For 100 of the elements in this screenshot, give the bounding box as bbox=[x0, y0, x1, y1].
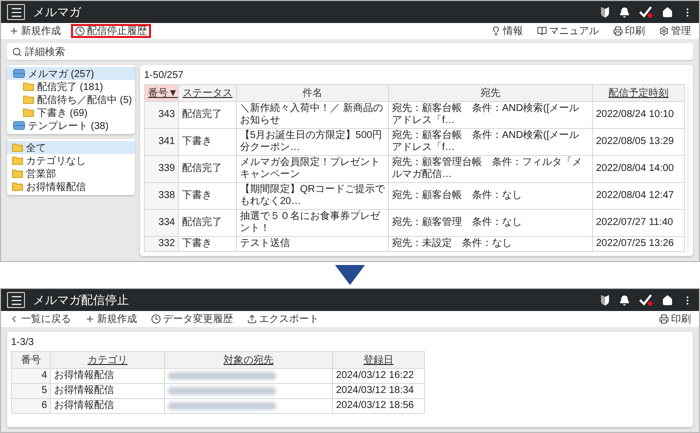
folder-icon bbox=[23, 108, 34, 117]
print-icon bbox=[613, 26, 623, 36]
column-header[interactable]: ステータス bbox=[178, 84, 236, 102]
column-header[interactable]: 宛先 bbox=[388, 84, 592, 102]
category-item[interactable]: 営業部 bbox=[7, 167, 135, 180]
table-cell: お得情報配信 bbox=[50, 384, 164, 398]
table-cell: 2022/07/27 11:40 bbox=[592, 210, 684, 236]
toolbar-button[interactable]: マニュアル bbox=[533, 24, 603, 38]
table-cell: 宛先：顧客台帳 条件：なし bbox=[388, 182, 592, 210]
bell-icon[interactable] bbox=[619, 294, 630, 306]
page-title: メルマガ配信停止 bbox=[33, 292, 129, 308]
home-icon[interactable] bbox=[662, 6, 673, 18]
plus-icon bbox=[9, 26, 19, 36]
table-cell: ＼新作続々入荷中！／ 新商品のお知らせ bbox=[236, 102, 388, 128]
folder-icon bbox=[12, 182, 23, 191]
column-header[interactable]: 配信予定時刻 bbox=[592, 84, 684, 102]
table-cell: 2022/08/04 12:47 bbox=[592, 182, 684, 210]
menu-button[interactable] bbox=[7, 4, 25, 20]
table-cell: 341 bbox=[144, 128, 178, 156]
table-cell: 5 bbox=[12, 384, 50, 398]
toolbar-button[interactable]: 情報 bbox=[487, 24, 527, 38]
tree-item[interactable]: テンプレート (38) bbox=[7, 119, 135, 132]
table-cell: 抽選で５０名にお食事券プレゼント！ bbox=[236, 210, 388, 236]
table-cell: 宛先：顧客管理台帳 条件：フィルタ「メルマガ配信… bbox=[388, 156, 592, 182]
tree-item[interactable]: 配信完了 (181) bbox=[7, 80, 135, 93]
table-cell: 配信完了 bbox=[178, 102, 236, 128]
folder-icon bbox=[23, 95, 34, 104]
table-cell: 配信完了 bbox=[178, 210, 236, 236]
book-icon bbox=[537, 26, 547, 36]
table-cell: 339 bbox=[144, 156, 178, 182]
folder-icon bbox=[12, 169, 23, 178]
tree-item[interactable]: 配信待ち／配信中 (5) bbox=[7, 93, 135, 106]
lightbulb-icon bbox=[491, 26, 501, 36]
table-cell: お得情報配信 bbox=[50, 398, 164, 414]
page-title: メルマガ bbox=[33, 4, 81, 20]
toolbar-button[interactable]: 新規作成 bbox=[81, 312, 141, 326]
table-cell: 2024/03/12 16:22 bbox=[332, 368, 424, 384]
table-cell: メルマガ会員限定！プレゼントキャンペーン bbox=[236, 156, 388, 182]
table-cell: 2024/03/12 18:56 bbox=[332, 398, 424, 414]
advanced-search-bar[interactable]: 詳細検索 bbox=[7, 43, 693, 60]
tree-item[interactable]: メルマガ (257) bbox=[7, 67, 135, 80]
table-cell: 【期間限定】QRコードご提示でもれなく20… bbox=[236, 182, 388, 210]
category-item[interactable]: お得情報配信 bbox=[7, 180, 135, 193]
shield-icon[interactable] bbox=[600, 6, 610, 18]
table-cell: 下書き bbox=[178, 182, 236, 210]
table-cell: 配信完了 bbox=[178, 156, 236, 182]
table-cell: 宛先：未設定 条件：なし bbox=[388, 236, 592, 252]
column-header[interactable]: カテゴリ bbox=[50, 352, 164, 368]
table-cell: 334 bbox=[144, 210, 178, 236]
column-header[interactable]: 対象の宛先 bbox=[164, 352, 332, 368]
home-icon[interactable] bbox=[662, 294, 673, 306]
result-count: 1-50/257 bbox=[144, 70, 184, 81]
column-header[interactable]: 番号▼ bbox=[144, 84, 178, 102]
table-cell: 338 bbox=[144, 182, 178, 210]
toolbar-button[interactable]: 一覧に戻る bbox=[5, 312, 75, 326]
table-cell: 343 bbox=[144, 102, 178, 128]
toolbar-button[interactable]: 配信停止履歴 bbox=[71, 24, 151, 38]
menu-button[interactable] bbox=[7, 292, 25, 308]
category-item[interactable]: 全て bbox=[7, 141, 135, 154]
table-cell: 2022/08/05 13:29 bbox=[592, 128, 684, 156]
check-with-dot-icon[interactable] bbox=[639, 6, 653, 18]
toolbar-button[interactable]: 新規作成 bbox=[5, 24, 65, 38]
clock-icon bbox=[75, 26, 85, 36]
table-cell: 332 bbox=[144, 236, 178, 252]
toolbar-button[interactable]: データ変更履歴 bbox=[147, 312, 237, 326]
column-header[interactable]: 件名 bbox=[236, 84, 388, 102]
upload-icon bbox=[247, 314, 257, 324]
plus-icon bbox=[85, 314, 95, 324]
table-cell: 下書き bbox=[178, 236, 236, 252]
folder-icon bbox=[12, 143, 23, 152]
table-cell: 宛先：顧客管理 条件：なし bbox=[388, 210, 592, 236]
table-cell: 【5月お誕生日の方限定】500円分クーポン… bbox=[236, 128, 388, 156]
result-count: 1-3/3 bbox=[11, 337, 35, 348]
folder-icon bbox=[12, 156, 23, 165]
clock-icon bbox=[151, 314, 161, 324]
table-cell: 宛先：顧客台帳 条件：AND検索([メールアドレス「f… bbox=[388, 128, 592, 156]
table-cell: 下書き bbox=[178, 128, 236, 156]
down-arrow-icon bbox=[335, 265, 365, 285]
tray-icon bbox=[13, 69, 25, 78]
tray-icon bbox=[13, 121, 25, 130]
toolbar-button[interactable]: 印刷 bbox=[609, 24, 649, 38]
tree-item[interactable]: 下書き (69) bbox=[7, 106, 135, 119]
table-cell: 4 bbox=[12, 368, 50, 384]
search-icon bbox=[12, 46, 22, 56]
check-with-dot-icon[interactable] bbox=[639, 294, 653, 306]
menu-icon bbox=[10, 294, 22, 306]
bell-icon[interactable] bbox=[619, 6, 630, 18]
category-item[interactable]: カテゴリなし bbox=[7, 154, 135, 167]
column-header[interactable]: 登録日 bbox=[332, 352, 424, 368]
table-cell: 2022/08/24 10:10 bbox=[592, 102, 684, 128]
shield-icon[interactable] bbox=[600, 294, 610, 306]
table-cell: 2024/03/12 18:34 bbox=[332, 384, 424, 398]
toolbar-button[interactable]: 管理 bbox=[655, 24, 695, 38]
column-header[interactable]: 番号 bbox=[12, 352, 50, 368]
toolbar-button[interactable]: エクスポート bbox=[243, 312, 323, 326]
settings-icon bbox=[659, 26, 669, 36]
table-cell: 2022/08/04 14:00 bbox=[592, 156, 684, 182]
toolbar-button[interactable]: 印刷 bbox=[655, 312, 695, 326]
table-cell: お得情報配信 bbox=[50, 368, 164, 384]
menu-icon bbox=[10, 6, 22, 18]
